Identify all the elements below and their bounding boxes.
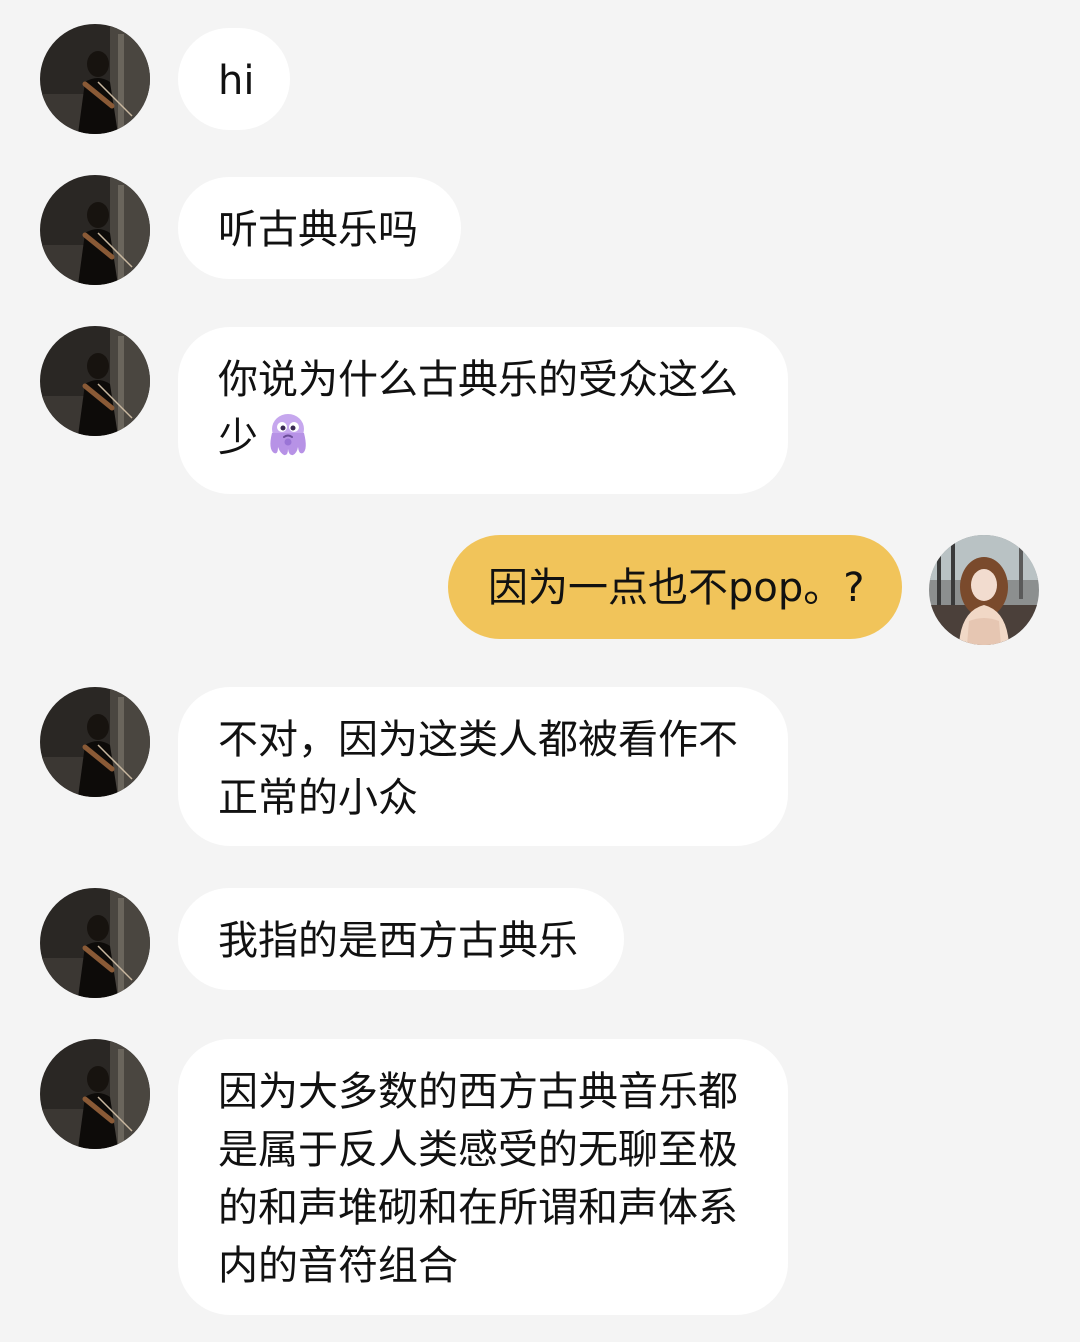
- contact-avatar[interactable]: [40, 326, 150, 436]
- contact-avatar[interactable]: [40, 1039, 150, 1149]
- violinist-photo-icon: [40, 1039, 150, 1149]
- octopus-emoji-icon: [262, 409, 314, 477]
- contact-avatar[interactable]: [40, 687, 150, 797]
- contact-avatar[interactable]: [40, 175, 150, 285]
- message-bubble[interactable]: 不对，因为这类人都被看作不正常的小众: [178, 687, 788, 846]
- message-text: 因为一点也不pop。?: [488, 565, 865, 611]
- message-bubble[interactable]: 因为大多数的西方古典音乐都是属于反人类感受的无聊至极的和声堆砌和在所谓和声体系内…: [178, 1039, 788, 1315]
- message-text: 不对，因为这类人都被看作不正常的小众: [218, 717, 738, 821]
- message-text: 听古典乐吗: [218, 207, 418, 253]
- contact-avatar[interactable]: [40, 24, 150, 134]
- message-bubble[interactable]: 你说为什么古典乐的受众这么少: [178, 327, 788, 494]
- girl-photo-icon: [929, 535, 1039, 645]
- contact-avatar[interactable]: [40, 888, 150, 998]
- message-text: 因为大多数的西方古典音乐都是属于反人类感受的无聊至极的和声堆砌和在所谓和声体系内…: [218, 1069, 738, 1289]
- violinist-photo-icon: [40, 687, 150, 797]
- message-bubble[interactable]: hi: [178, 28, 290, 130]
- message-text: 我指的是西方古典乐: [218, 918, 578, 964]
- violinist-photo-icon: [40, 24, 150, 134]
- message-text: hi: [218, 58, 255, 104]
- message-bubble[interactable]: 我指的是西方古典乐: [178, 888, 624, 990]
- message-bubble[interactable]: 听古典乐吗: [178, 177, 461, 279]
- violinist-photo-icon: [40, 175, 150, 285]
- my-avatar[interactable]: [929, 535, 1039, 645]
- violinist-photo-icon: [40, 888, 150, 998]
- violinist-photo-icon: [40, 326, 150, 436]
- message-bubble[interactable]: 因为一点也不pop。?: [448, 535, 902, 639]
